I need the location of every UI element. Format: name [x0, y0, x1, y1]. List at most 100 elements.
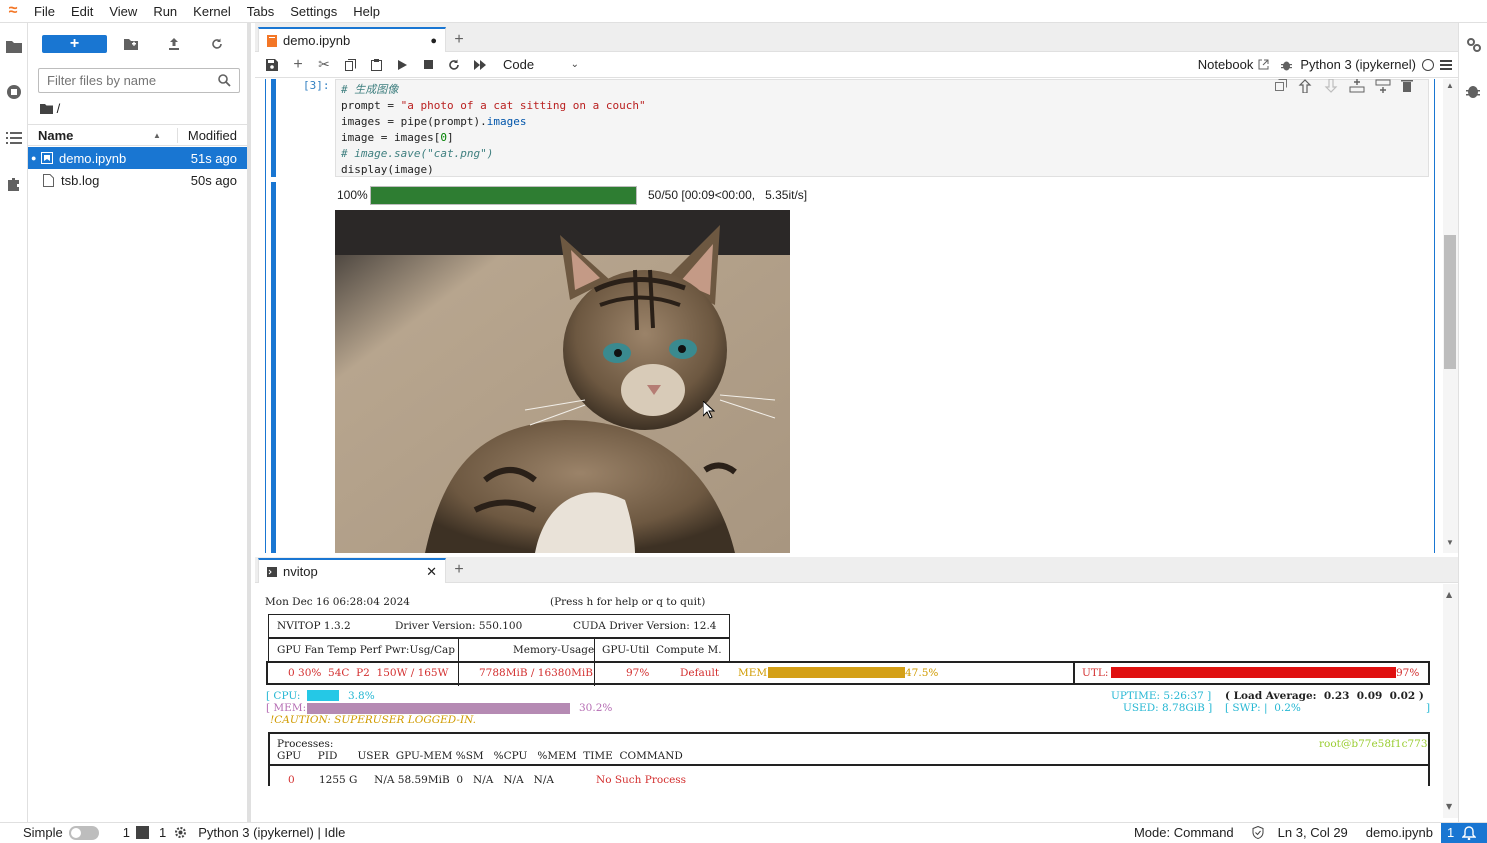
bell-icon — [1462, 825, 1477, 840]
debugger-icon[interactable] — [1466, 83, 1480, 102]
terminal-icon — [135, 826, 149, 839]
tab-demo-ipynb[interactable]: demo.ipynb ● — [258, 27, 446, 52]
notebook-open-label[interactable]: Notebook — [1198, 57, 1254, 72]
file-icon — [43, 173, 54, 187]
insert-above-icon[interactable] — [1349, 79, 1365, 93]
refresh-icon[interactable] — [207, 35, 227, 53]
new-launcher-button[interactable]: + — [42, 35, 107, 53]
menu-kernel[interactable]: Kernel — [185, 4, 239, 19]
search-icon — [218, 74, 231, 87]
scroll-down-icon[interactable]: ▼ — [1446, 802, 1452, 811]
table-of-contents-icon[interactable] — [0, 115, 28, 161]
column-name-header[interactable]: Name — [28, 128, 153, 143]
kernel-name[interactable]: Python 3 (ipykernel) — [1300, 57, 1416, 72]
kernel-status[interactable]: Python 3 (ipykernel) | Idle — [198, 825, 345, 840]
notebook-toolbar: + ✂ Code ⌄ Notebook Python 3 (ipykernel) — [255, 52, 1458, 78]
code-line: image = images[ — [341, 131, 441, 144]
cursor-position[interactable]: Ln 3, Col 29 — [1278, 825, 1348, 840]
delete-cell-icon[interactable] — [1401, 79, 1413, 93]
menu-help[interactable]: Help — [345, 4, 388, 19]
filter-files-input[interactable]: Filter files by name — [38, 68, 240, 93]
move-down-icon[interactable] — [1323, 79, 1339, 93]
progress-bar — [370, 186, 637, 205]
swap: [ SWP: | 0.2% — [1225, 702, 1301, 714]
external-link-icon[interactable] — [1258, 59, 1269, 70]
insert-below-icon[interactable] — [1375, 79, 1391, 93]
scroll-down-icon[interactable]: ▼ — [1446, 538, 1454, 547]
unsaved-dot-icon[interactable]: ● — [430, 35, 437, 47]
notebook-panel[interactable]: [3]: # 生成图像 prompt = "a photo of a cat s… — [255, 79, 1458, 553]
restart-run-all-icon[interactable] — [467, 53, 493, 77]
cell-type-select[interactable]: Code ⌄ — [503, 57, 579, 72]
gpu-compute-mode: Default — [680, 667, 720, 679]
menu-tabs[interactable]: Tabs — [239, 4, 282, 19]
gpu-util: 97% — [626, 667, 650, 679]
cell-collapser[interactable] — [271, 79, 276, 177]
menu-view[interactable]: View — [101, 4, 145, 19]
extensions-icon[interactable] — [0, 161, 28, 207]
debug-bug-icon[interactable] — [1281, 59, 1293, 71]
scroll-up-icon[interactable]: ▲ — [1446, 81, 1454, 90]
notebook-scrollbar[interactable]: ▲ ▼ — [1443, 79, 1458, 553]
processes-label: Processes: — [277, 738, 334, 750]
breadcrumb[interactable]: / — [40, 101, 60, 116]
nvitop-version: NVITOP 1.3.2 — [277, 620, 351, 632]
scroll-up-icon[interactable]: ▲ — [1446, 590, 1452, 599]
save-icon[interactable] — [259, 53, 285, 77]
new-folder-icon[interactable] — [121, 35, 141, 53]
move-up-icon[interactable] — [1297, 79, 1313, 93]
cat-photo — [335, 210, 790, 553]
file-name: demo.ipynb — [59, 150, 127, 166]
chevron-down-icon: ⌄ — [570, 59, 579, 70]
tab-title: demo.ipynb — [283, 33, 351, 48]
running-dot-icon: ● — [31, 153, 37, 163]
file-row-demo-ipynb[interactable]: ● demo.ipynb 51s ago — [28, 147, 247, 169]
file-modified: 50s ago — [190, 172, 237, 188]
output-collapser[interactable] — [271, 182, 276, 553]
copy-icon[interactable] — [337, 53, 363, 77]
kernel-count[interactable]: 1 — [159, 825, 166, 840]
cell-type-value: Code — [503, 57, 535, 72]
close-icon[interactable]: ✕ — [426, 564, 437, 580]
progress-percent: 100% — [337, 188, 368, 202]
cpu-label: [ CPU: — [266, 690, 301, 702]
breadcrumb-root[interactable]: / — [57, 101, 61, 116]
terminal-tab-bar: nvitop ✕ + — [255, 557, 1458, 583]
add-tab-icon[interactable]: + — [448, 559, 470, 581]
nvitop-terminal[interactable]: Mon Dec 16 06:28:04 2024 (Press h for he… — [255, 584, 1458, 818]
left-activity-bar — [0, 23, 28, 822]
column-modified-header[interactable]: Modified — [176, 127, 247, 143]
tab-nvitop[interactable]: nvitop ✕ — [258, 558, 446, 583]
folder-icon[interactable] — [0, 23, 28, 69]
menu-settings[interactable]: Settings — [282, 4, 345, 19]
notebook-tab-bar: demo.ipynb ● + — [255, 23, 1458, 52]
paste-icon[interactable] — [363, 53, 389, 77]
notification-badge[interactable]: 1 — [1441, 822, 1487, 843]
run-icon[interactable] — [389, 53, 415, 77]
terminal-scrollbar[interactable]: ▲ ▼ — [1443, 584, 1458, 818]
stop-icon[interactable] — [415, 53, 441, 77]
code-line: display(image) — [341, 163, 434, 176]
cut-icon[interactable]: ✂ — [311, 53, 337, 77]
property-inspector-icon[interactable] — [1466, 37, 1482, 56]
menu-edit[interactable]: Edit — [63, 4, 101, 19]
file-row-tsb-log[interactable]: tsb.log 50s ago — [28, 169, 247, 191]
simple-mode-toggle[interactable] — [68, 825, 99, 840]
cell-prompt: [3]: — [303, 79, 330, 92]
notebook-icon — [267, 34, 277, 47]
upload-icon[interactable] — [164, 35, 184, 53]
scrollbar-thumb[interactable] — [1444, 235, 1456, 369]
insert-cell-icon[interactable]: + — [285, 53, 311, 77]
menu-icon[interactable] — [1440, 59, 1452, 70]
gpu-memory: 7788MiB / 16380MiB — [479, 667, 593, 679]
duplicate-cell-icon[interactable] — [1275, 79, 1287, 91]
restart-icon[interactable] — [441, 53, 467, 77]
terminal-help-hint: (Press h for help or q to quit) — [550, 596, 706, 608]
menu-run[interactable]: Run — [145, 4, 185, 19]
terminal-count[interactable]: 1 — [123, 825, 130, 840]
menu-file[interactable]: File — [26, 4, 63, 19]
editor-mode[interactable]: Mode: Command — [1134, 825, 1234, 840]
running-kernels-icon[interactable] — [0, 69, 28, 115]
code-editor[interactable]: # 生成图像 prompt = "a photo of a cat sittin… — [335, 79, 1429, 177]
add-tab-icon[interactable]: + — [448, 29, 470, 51]
